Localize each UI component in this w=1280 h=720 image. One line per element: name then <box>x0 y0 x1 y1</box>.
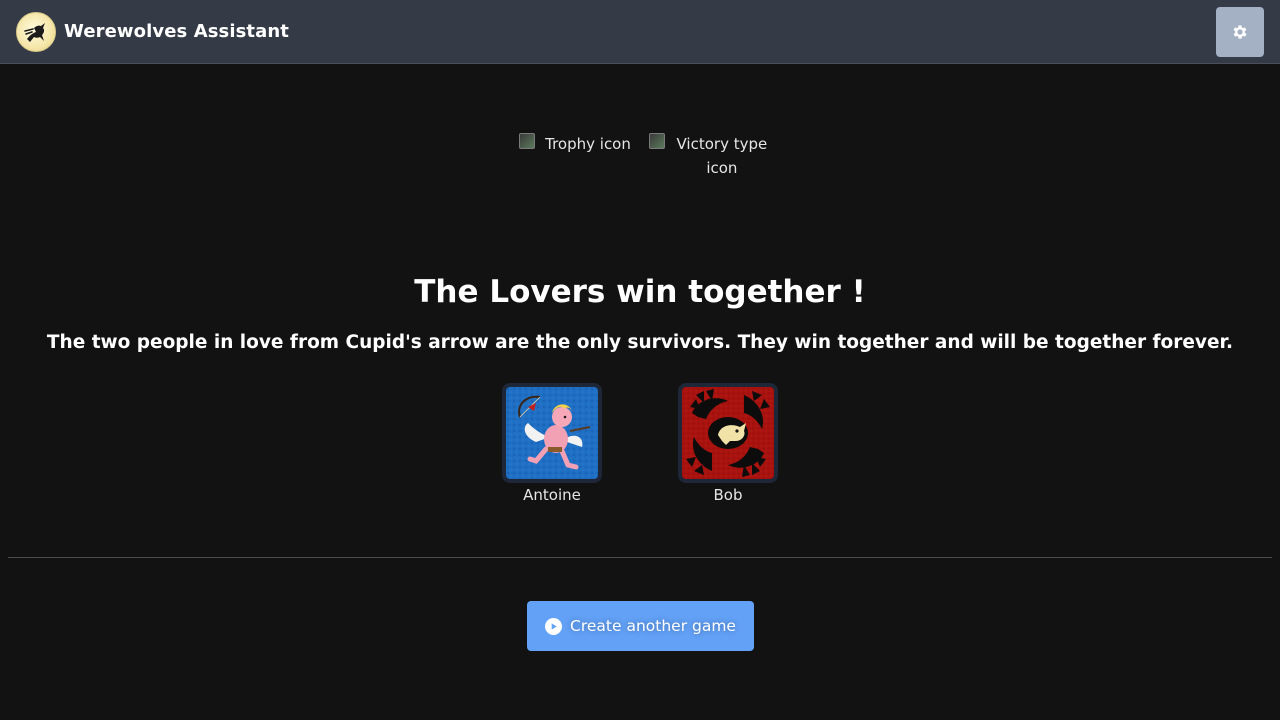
create-another-game-button[interactable]: Create another game <box>527 601 754 651</box>
winner-player: Bob <box>678 383 778 504</box>
section-divider <box>8 557 1272 558</box>
broken-image-icon <box>519 133 536 149</box>
victory-description: The two people in love from Cupid's arro… <box>46 332 1234 353</box>
player-name: Bob <box>713 486 743 504</box>
victory-type-icon: Victory type icon <box>648 132 769 180</box>
trophy-icon-alt-text: Trophy icon <box>545 135 631 153</box>
broken-image-icon <box>648 133 665 149</box>
app-title[interactable]: Werewolves Assistant <box>64 21 289 42</box>
victory-icons: Trophy icon Victory type icon <box>0 132 1280 180</box>
cupid-role-icon <box>502 383 602 483</box>
settings-button[interactable] <box>1216 7 1264 57</box>
trophy-icon: Trophy icon <box>519 132 631 180</box>
top-navbar: Werewolves Assistant <box>0 0 1280 64</box>
player-name: Antoine <box>523 486 581 504</box>
werewolf-role-icon <box>678 383 778 483</box>
werewolf-logo-icon[interactable] <box>16 11 56 52</box>
gear-icon <box>1233 25 1247 39</box>
victory-type-icon-alt-text: Victory type icon <box>676 135 768 177</box>
create-another-game-label: Create another game <box>570 617 736 635</box>
winners-list: Antoine Bob <box>0 383 1280 504</box>
winner-player: Antoine <box>502 383 602 504</box>
play-circle-icon <box>545 617 563 635</box>
victory-title: The Lovers win together ! <box>414 274 866 310</box>
